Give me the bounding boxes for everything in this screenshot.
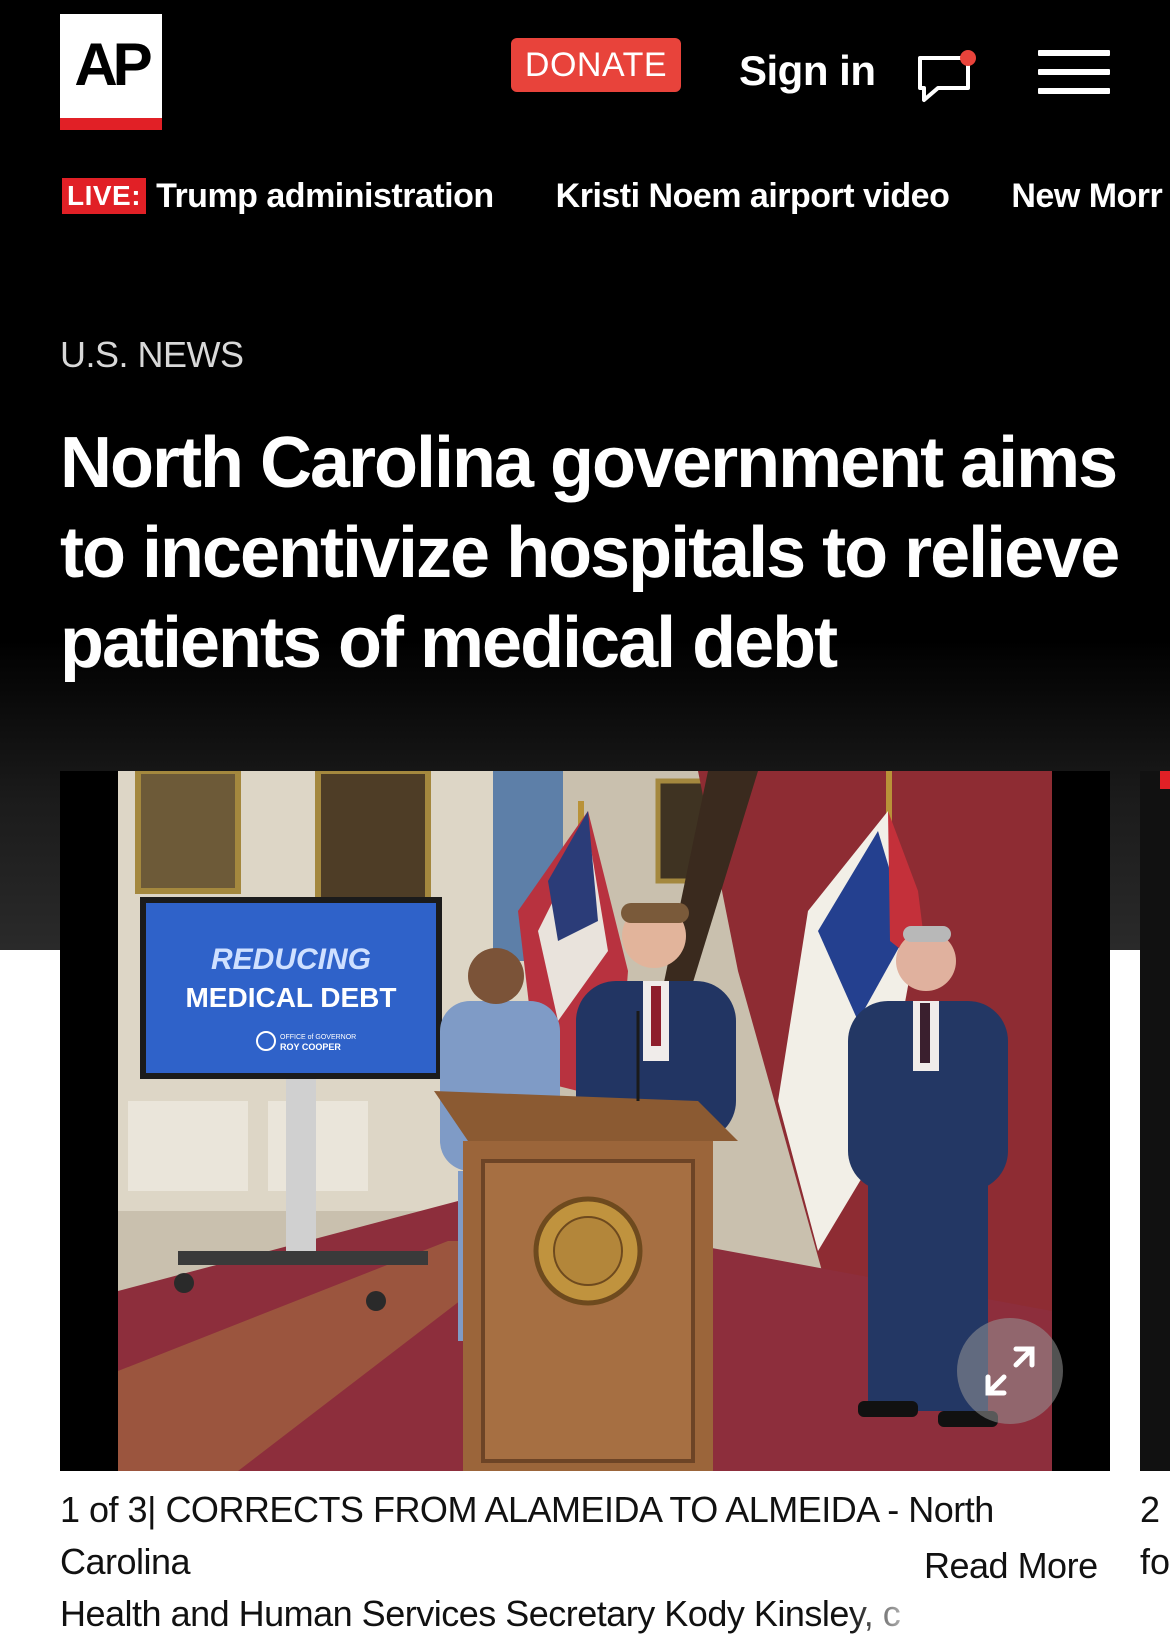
screen-credit-office: OFFICE of GOVERNOR bbox=[280, 1034, 356, 1041]
expand-arrows-icon bbox=[985, 1346, 1035, 1396]
logo-text: AP bbox=[74, 30, 152, 98]
live-badge: LIVE: bbox=[62, 178, 147, 214]
screen-text-medical-debt: MEDICAL DEBT bbox=[185, 982, 396, 1013]
ap-logo[interactable]: AP bbox=[60, 14, 162, 130]
read-more-link[interactable]: Read More bbox=[924, 1540, 1098, 1592]
press-conference-photo: REDUCING MEDICAL DEBT OFFICE of GOVERNOR… bbox=[118, 771, 1052, 1471]
screen-credit-name: ROY COOPER bbox=[280, 1042, 341, 1052]
section-label[interactable]: U.S. NEWS bbox=[60, 334, 244, 376]
trending-item-kristi-noem[interactable]: Kristi Noem airport video bbox=[556, 177, 950, 216]
hamburger-menu-icon[interactable] bbox=[1038, 50, 1110, 94]
expand-fullscreen-button[interactable] bbox=[957, 1318, 1063, 1424]
caption-text-2: Health and Human Services Secretary Kody… bbox=[60, 1593, 901, 1634]
chat-bubble-icon[interactable] bbox=[916, 48, 982, 104]
screen-text-reducing: REDUCING bbox=[211, 943, 371, 976]
caption-counter: 1 of 3 bbox=[60, 1489, 148, 1530]
article-headline: North Carolina government aims to incent… bbox=[60, 423, 1120, 683]
trending-topics-bar: LIVE: Trump administration Kristi Noem a… bbox=[62, 170, 1170, 222]
caption-text-1: CORRECTS FROM ALAMEIDA TO ALMEIDA - Nort… bbox=[60, 1489, 994, 1582]
donate-button[interactable]: DONATE bbox=[511, 38, 681, 92]
gallery-media[interactable]: REDUCING MEDICAL DEBT OFFICE of GOVERNOR… bbox=[60, 771, 1110, 1471]
next-caption-peek: 2 o fo bbox=[1140, 1489, 1170, 1582]
trending-item-new-morr[interactable]: New Morr bbox=[1011, 177, 1162, 216]
sign-in-link[interactable]: Sign in bbox=[739, 44, 876, 98]
next-slide-peek[interactable] bbox=[1140, 771, 1170, 1471]
trending-item-trump-administration[interactable]: Trump administration bbox=[156, 177, 494, 216]
caption-line-2: Health and Human Services Secretary Kody… bbox=[60, 1588, 1110, 1640]
